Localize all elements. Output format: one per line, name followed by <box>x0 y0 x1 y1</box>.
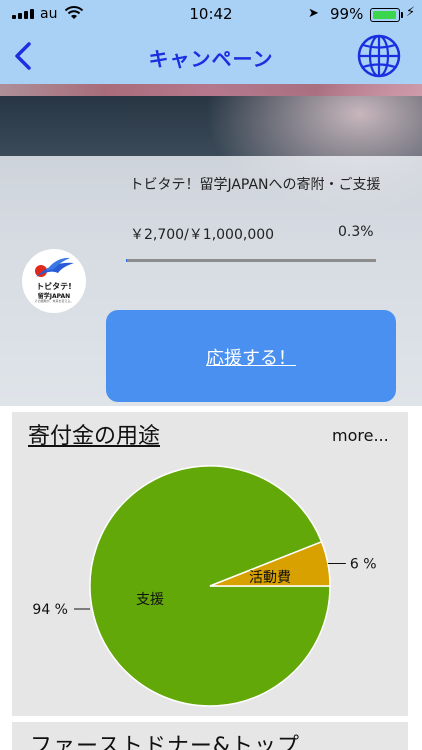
pie-value-support: 94 % <box>32 602 68 618</box>
campaign-organization: トビタテ！留学JAPANへの寄附・ご支援 <box>129 177 381 193</box>
donation-usage-card: 寄付金の用途 more... 支援 活動費 6 % 94 % <box>12 412 408 716</box>
donation-progress-bar <box>126 259 376 262</box>
support-button[interactable]: 応援する！ <box>106 310 396 402</box>
donation-percent: 0.3% <box>338 224 374 240</box>
charging-icon: ⚡ <box>406 5 416 20</box>
logo-text-line3: その経験が、未来を変える。 <box>34 299 74 303</box>
first-donor-card: ファーストドナー&トップ <box>12 722 408 750</box>
battery-cap <box>401 12 403 18</box>
usage-pie-chart: 支援 活動費 6 % 94 % <box>32 465 377 707</box>
location-arrow-icon: ➤ <box>308 6 319 21</box>
pie-label-support: 支援 <box>136 592 164 608</box>
pie-value-activity: 6 % <box>350 557 377 573</box>
globe-icon[interactable] <box>356 33 402 79</box>
navigation-bar: キャンペーン <box>0 30 422 84</box>
first-donor-heading: ファーストドナー&トップ <box>30 734 301 750</box>
battery-icon <box>370 8 400 22</box>
pie-label-activity: 活動費 <box>249 570 291 586</box>
donation-progress-fill <box>126 259 127 262</box>
donation-amount: ￥2,700/￥1,000,000 <box>130 227 275 243</box>
logo-text-line1: トビタテ! <box>36 282 72 291</box>
status-bar: au 10:42 ➤ 99% ⚡ <box>0 0 422 30</box>
campaign-hero: トビタテ！留学JAPANへの寄附・ご支援 ￥2,700/￥1,000,000 0… <box>0 84 422 406</box>
battery-percent: 99% <box>330 5 364 23</box>
support-button-label[interactable]: 応援する！ <box>106 344 396 370</box>
organization-logo: トビタテ! 留学JAPAN その経験が、未来を変える。 <box>22 249 86 313</box>
hero-image-band <box>0 84 422 96</box>
